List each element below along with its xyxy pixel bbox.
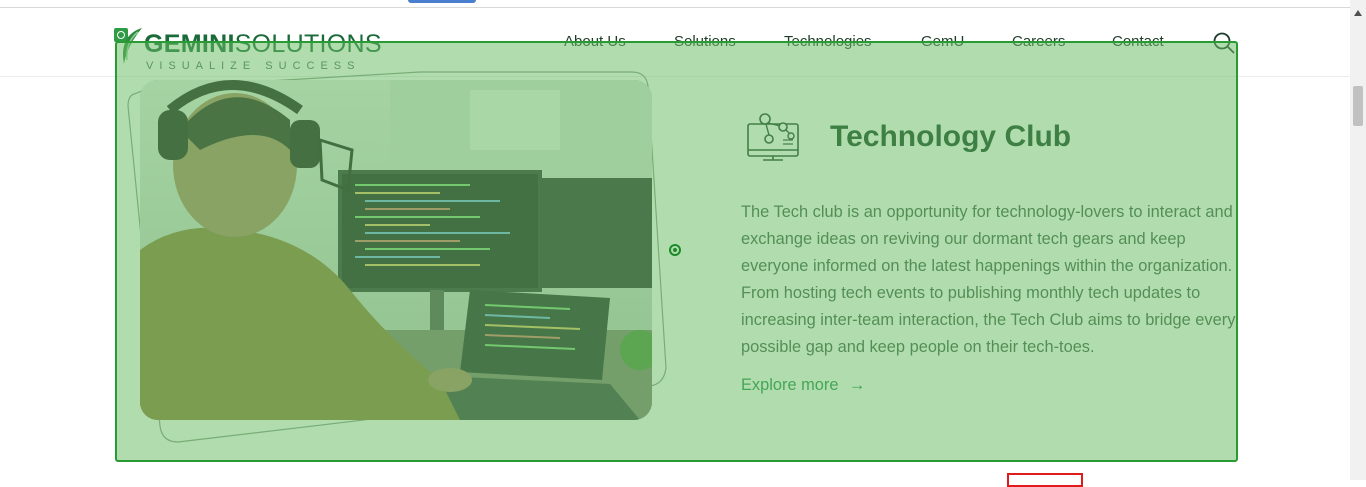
nav-contact[interactable]: Contact (1112, 33, 1164, 50)
explore-more-label: Explore more (741, 376, 839, 394)
search-icon[interactable] (1212, 31, 1236, 55)
explore-more-link[interactable]: Explore more → (741, 376, 865, 395)
nav-solutions[interactable]: Solutions (674, 33, 736, 50)
nav-gemu[interactable]: GemU (921, 33, 964, 50)
logo-brand-bold: GEMINI (144, 30, 235, 58)
developer-at-desk-image (140, 80, 652, 420)
club-description: The Tech club is an opportunity for tech… (741, 203, 1236, 356)
nav-careers[interactable]: Careers (1012, 33, 1065, 50)
computer-network-icon (747, 113, 799, 161)
red-selection-box (1007, 473, 1083, 487)
vertical-scrollbar[interactable] (1350, 0, 1366, 480)
gemini-logo[interactable]: GEMINISOLUTIONS VISUALIZE SUCCESS (114, 20, 382, 72)
logo-brand-light: SOLUTIONS (234, 30, 382, 58)
nav-about-us[interactable]: About Us (564, 33, 626, 50)
browser-top-edge (0, 0, 1350, 8)
logo-wordmark: GEMINISOLUTIONS (144, 30, 382, 59)
leaf-icon (122, 28, 142, 64)
club-title: Technology Club (830, 120, 1072, 153)
browser-tab-indicator (408, 0, 476, 3)
nav-technologies[interactable]: Technologies (784, 33, 872, 50)
target-pin-icon (669, 244, 681, 256)
scroll-up-arrow-icon[interactable] (1354, 10, 1362, 16)
arrow-right-icon: → (849, 376, 866, 394)
scrollbar-thumb[interactable] (1353, 86, 1363, 126)
tech-club-photo (140, 80, 652, 420)
